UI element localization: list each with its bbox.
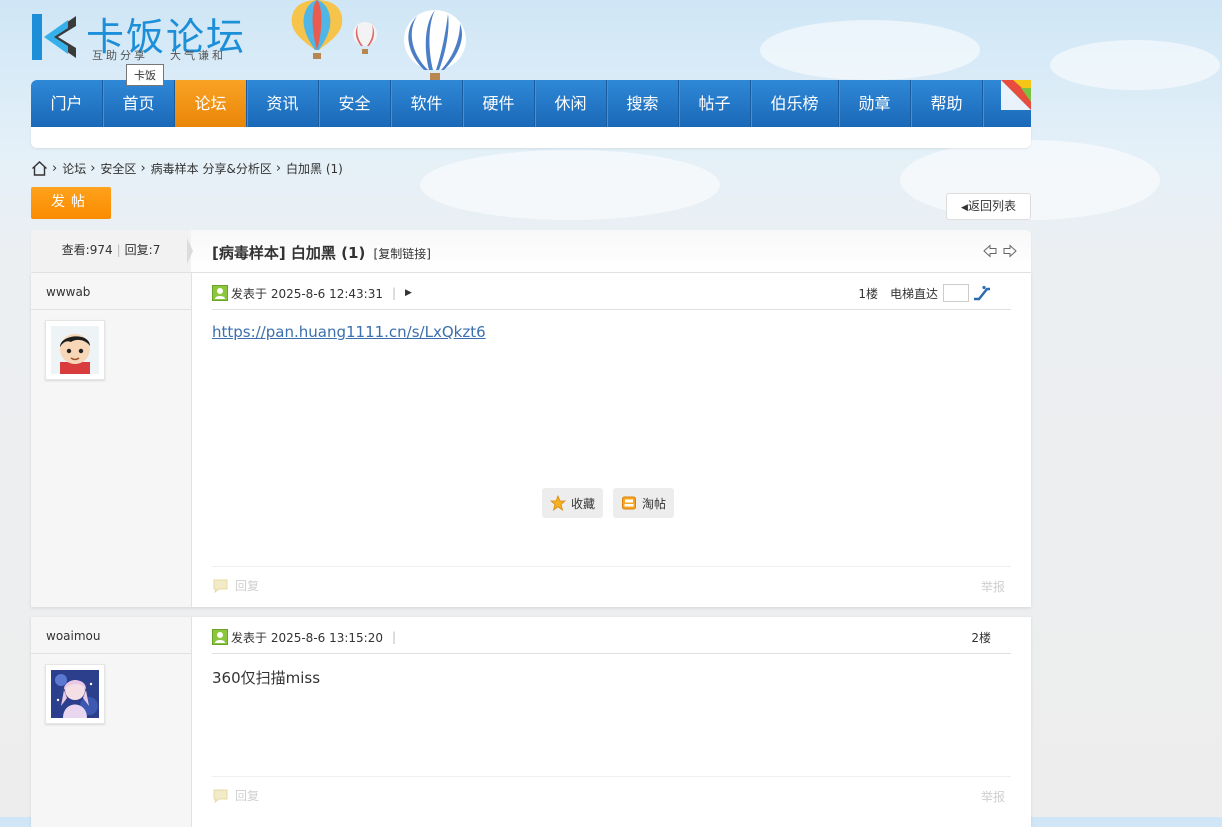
home-icon[interactable] [31, 160, 48, 177]
logo-slogan: 互助分享 大气谦和 [92, 47, 226, 63]
post-author-panel: woaimou [31, 617, 192, 827]
nav-item-forum[interactable]: 论坛 [175, 80, 247, 127]
online-user-icon [212, 629, 228, 645]
reply-label: 回复 [235, 579, 260, 593]
nav-item-bole-ranking[interactable]: 伯乐榜 [751, 80, 839, 127]
breadcrumb-forum[interactable]: 论坛 [62, 160, 86, 177]
breadcrumb: › 论坛 › 安全区 › 病毒样本 分享&分析区 › 白加黑 (1) [31, 158, 343, 178]
chevron-right-icon: › [275, 160, 282, 176]
post-author-panel: wwwab [31, 273, 192, 607]
breadcrumb-security-zone[interactable]: 安全区 [100, 160, 136, 177]
breadcrumb-sample-board[interactable]: 病毒样本 分享&分析区 [151, 160, 272, 177]
thread-title: [病毒样本] 白加黑 (1) [复制链接] [212, 242, 431, 263]
jump-floor-input[interactable] [943, 284, 969, 302]
previous-thread-icon[interactable] [983, 244, 997, 258]
post-floor-2: woaimou 发表于 2025-8-6 13:15:20 | 2楼 360仅扫… [31, 617, 1031, 827]
main-nav: 门户 首页 论坛 资讯 安全 软件 硬件 休闲 搜索 帖子 伯乐榜 勋章 帮助 [31, 80, 1031, 127]
replies-label: 回复: [124, 243, 153, 257]
anime-girl-avatar-icon [51, 670, 99, 718]
report-link[interactable]: 举报 [981, 578, 1005, 595]
blue-striped-balloon-icon [404, 10, 466, 81]
post-meta-right: 1楼 电梯直达 [858, 284, 991, 302]
next-thread-icon[interactable] [1003, 244, 1017, 258]
nav-item-medals[interactable]: 勋章 [839, 80, 911, 127]
header-divider [187, 238, 193, 264]
star-icon [550, 495, 566, 511]
reply-bubble-icon [213, 579, 228, 593]
back-to-list-button[interactable]: ◀返回列表 [946, 193, 1031, 220]
chevron-right-icon: › [90, 160, 96, 176]
nav-item-search[interactable]: 搜索 [607, 80, 679, 127]
new-post-button[interactable]: 发帖 [31, 187, 111, 219]
nav-item-portal[interactable]: 门户 [31, 80, 103, 127]
tao-post-button[interactable]: 淘帖 [613, 488, 675, 518]
nav-item-news[interactable]: 资讯 [247, 80, 319, 127]
chevron-right-icon: › [52, 160, 58, 176]
views-label: 查看: [61, 243, 90, 257]
thread-prev-next [983, 244, 1017, 258]
breadcrumb-current-thread[interactable]: 白加黑 (1) [286, 160, 343, 177]
avatar[interactable] [45, 320, 105, 380]
post-time: 发表于 2025-8-6 12:43:31 [231, 286, 383, 301]
small-striped-balloon-icon [353, 22, 377, 54]
thread-stats: 查看:974 | 回复:7 [31, 230, 191, 272]
post-meta-right: 2楼 [971, 628, 991, 646]
copy-link-button[interactable]: [复制链接] [374, 247, 431, 261]
tray-icon [622, 496, 637, 510]
report-link[interactable]: 举报 [981, 788, 1005, 805]
post-download-link[interactable]: https://pan.huang1111.cn/s/LxQkzt6 [212, 323, 486, 341]
cartoon-boy-avatar-icon [51, 326, 99, 374]
author-name[interactable]: wwwab [46, 285, 90, 299]
nav-item-posts[interactable]: 帖子 [679, 80, 751, 127]
rainbow-balloon-icon [291, 0, 343, 59]
favorite-button[interactable]: 收藏 [542, 488, 604, 518]
author-name[interactable]: woaimou [46, 629, 100, 643]
reply-link[interactable]: 回复 [212, 787, 259, 804]
favorite-label: 收藏 [571, 496, 596, 511]
kafan-k-logo-icon [32, 14, 76, 60]
post-time: 发表于 2025-8-6 13:15:20 [231, 630, 383, 645]
post-actions: 收藏 淘帖 [542, 488, 675, 518]
post-meta: 发表于 2025-8-6 12:43:31 | ▶ [212, 284, 412, 302]
nav-subbar [31, 127, 1031, 148]
floor-number[interactable]: 1楼 [858, 285, 878, 302]
reply-bubble-icon [213, 789, 228, 803]
post-body-text: 360仅扫描miss [212, 669, 321, 687]
color-corner-icon[interactable] [999, 80, 1031, 114]
nav-item-leisure[interactable]: 休闲 [535, 80, 607, 127]
back-to-list-label: 返回列表 [967, 199, 1016, 213]
escalator-icon[interactable] [973, 285, 991, 301]
nav-item-security[interactable]: 安全 [319, 80, 391, 127]
floor-number[interactable]: 2楼 [971, 629, 991, 646]
slogan-right: 大气谦和 [170, 49, 226, 62]
thread-header: 查看:974 | 回复:7 [病毒样本] 白加黑 (1) [复制链接] [31, 230, 1031, 272]
slogan-left: 互助分享 [92, 49, 148, 62]
nav-item-hardware[interactable]: 硬件 [463, 80, 535, 127]
jump-label: 电梯直达 [889, 286, 938, 301]
chevron-right-icon: › [140, 160, 146, 176]
nav-item-help[interactable]: 帮助 [911, 80, 983, 127]
site-logo[interactable]: 卡饭论坛 互助分享 大气谦和 [30, 10, 250, 68]
caret-left-icon: ◀ [961, 203, 968, 213]
caret-right-icon[interactable]: ▶ [405, 288, 412, 298]
avatar[interactable] [45, 664, 105, 724]
online-user-icon [212, 285, 228, 301]
nav-item-software[interactable]: 软件 [391, 80, 463, 127]
tao-post-label: 淘帖 [642, 496, 667, 511]
nav-item-home[interactable]: 首页 [103, 80, 175, 127]
replies-count: 7 [152, 243, 161, 257]
post-meta: 发表于 2025-8-6 13:15:20 | [212, 628, 405, 646]
logo-tooltip: 卡饭 [126, 64, 164, 86]
post-floor-1: wwwab 发表于 2025-8-6 12:43:31 | ▶ 1楼 电梯直达 … [31, 273, 1031, 607]
reply-link[interactable]: 回复 [212, 577, 259, 594]
reply-label: 回复 [235, 789, 260, 803]
views-count: 974 [89, 243, 113, 257]
thread-title-text: [病毒样本] 白加黑 (1) [212, 244, 366, 262]
